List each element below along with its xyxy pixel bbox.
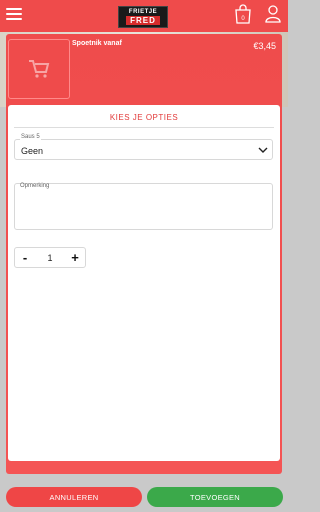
product-options-modal: Spoetnik vanaf €3,45 KIES JE OPTIES Saus…: [6, 34, 282, 474]
remark-label: Opmerking: [20, 183, 50, 189]
logo-line1: FRIETJE: [128, 9, 158, 15]
top-bar: FRIETJE FRED 0: [0, 0, 288, 32]
options-card: KIES JE OPTIES Saus 5 Geen Opmerking - 1…: [8, 105, 280, 461]
remark-input[interactable]: [19, 193, 267, 227]
add-button[interactable]: TOEVOEGEN: [147, 487, 283, 507]
quantity-stepper: - 1 +: [14, 247, 86, 268]
menu-icon[interactable]: [6, 7, 22, 21]
cart-placeholder-icon: [29, 60, 50, 78]
sauce-label: Saus 5: [20, 134, 41, 140]
divider: [14, 127, 274, 128]
cart-button[interactable]: 0: [234, 4, 252, 24]
quantity-value: 1: [47, 252, 53, 263]
cancel-button[interactable]: ANNULEREN: [6, 487, 142, 507]
product-name: Spoetnik vanaf: [72, 40, 122, 47]
user-icon: [265, 5, 281, 23]
remark-field[interactable]: Opmerking: [14, 183, 273, 230]
sauce-value: Geen: [21, 146, 44, 156]
cart-count: 0: [241, 16, 245, 22]
sauce-select[interactable]: Saus 5 Geen: [14, 134, 273, 160]
options-title: KIES JE OPTIES: [109, 113, 179, 122]
increment-button[interactable]: +: [65, 248, 85, 267]
product-price: €3,45: [253, 41, 276, 51]
decrement-button[interactable]: -: [15, 248, 35, 267]
user-button[interactable]: [265, 5, 281, 23]
logo-line2: FRED: [126, 16, 160, 25]
cart-icon: 0: [235, 4, 251, 24]
chevron-down-icon: [258, 147, 268, 153]
logo[interactable]: FRIETJE FRED: [118, 6, 168, 28]
product-image: [8, 39, 70, 99]
